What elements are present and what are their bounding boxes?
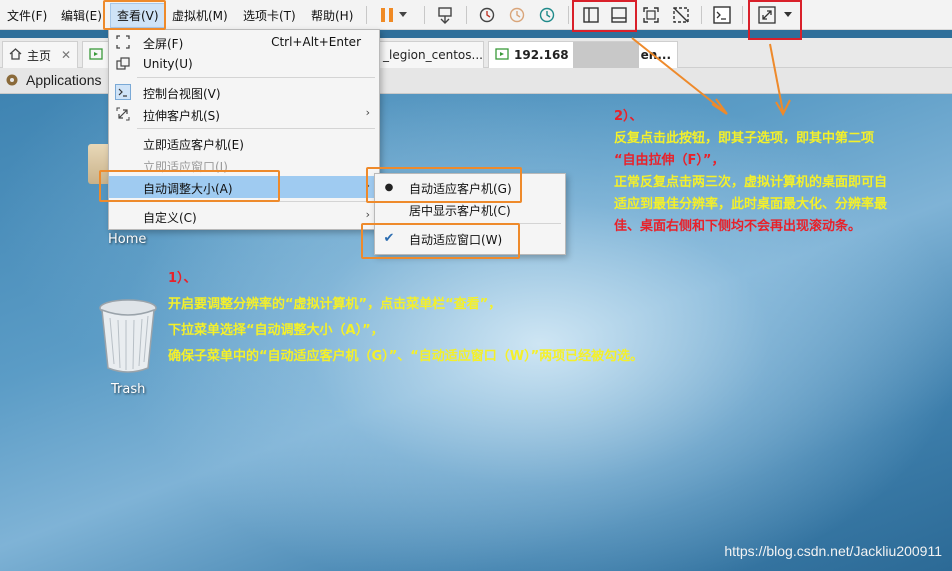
tab-vm-1[interactable]: [82, 41, 110, 68]
annotation-line: 下拉菜单选择“自动调整大小（A）”，: [168, 323, 384, 338]
unity-off-icon[interactable]: [670, 5, 692, 25]
snapshot-icon[interactable]: [476, 5, 498, 25]
menu-help[interactable]: 帮助(H): [311, 7, 353, 24]
pause-dropdown-icon[interactable]: [396, 5, 410, 25]
tab-vm-active[interactable]: 192.168 en...: [488, 41, 678, 68]
applications-menu[interactable]: Applications: [26, 72, 102, 88]
vm-icon: [495, 47, 509, 63]
menu-item-label: 全屏(F): [143, 37, 184, 51]
tab-label: 主页: [27, 48, 52, 63]
menu-file[interactable]: 文件(F): [7, 7, 47, 24]
menu-item-stretch-guest[interactable]: 拉伸客户机(S) ›: [109, 103, 379, 125]
menu-item-console-view[interactable]: 控制台视图(V): [109, 81, 379, 103]
trash-icon[interactable]: [98, 298, 158, 376]
menu-separator: [137, 77, 375, 78]
annotation-step-1: 1）、 开启要调整分辨率的“虚拟计算机”，点击菜单栏“查看”， 下拉菜单选择“自…: [168, 268, 788, 367]
annotation-line: 确保子菜单中的“自动适应客户机（G）”、“自动适应窗口（W）”两项已经被勾选。: [168, 349, 644, 364]
unity-icon: [115, 56, 131, 72]
annotation-step-2: 2）、 反复点击此按钮，即其子选项，即其中第二项 “自由拉伸（F）”， 正常反复…: [614, 106, 950, 237]
toolbar-separator: [366, 6, 367, 24]
stretch-icon: [115, 106, 131, 122]
toolbar-separator: [568, 6, 569, 24]
menu-edit[interactable]: 编辑(E): [61, 7, 102, 24]
home-icon: [9, 47, 22, 63]
highlight-box-autofit-guest: [366, 167, 522, 203]
annotation-line: 开启要调整分辨率的“虚拟计算机”，点击菜单栏“查看”，: [168, 297, 502, 312]
close-icon[interactable]: ✕: [61, 48, 71, 62]
applications-icon: [5, 73, 19, 90]
revert-snapshot-icon[interactable]: [506, 5, 528, 25]
menu-item-shortcut: Ctrl+Alt+Enter: [271, 35, 361, 49]
console-view-icon[interactable]: [711, 5, 733, 25]
menu-item-fullscreen[interactable]: 全屏(F) Ctrl+Alt+Enter: [109, 31, 379, 53]
menu-item-label: 居中显示客户机(C): [409, 204, 511, 218]
annotation-line: 适应到最佳分辨率，此时桌面最大化、分辨率最: [614, 197, 888, 212]
highlight-box-view-menu: [103, 0, 166, 30]
highlight-box-autofit-window: [361, 223, 520, 259]
redacted-block: [572, 42, 639, 68]
annotation-line: 反复点击此按钮，即其子选项，即其中第二项: [614, 131, 875, 146]
menu-item-label: 控制台视图(V): [143, 87, 221, 101]
tab-label: 192.168: [514, 48, 569, 62]
annotation-line: 佳、桌面右侧和下侧均不会再出现滚动条。: [614, 219, 862, 234]
chevron-right-icon: ›: [365, 208, 370, 221]
menu-item-label: Unity(U): [143, 57, 193, 71]
menu-separator: [137, 128, 375, 129]
home-label: Home: [108, 232, 147, 247]
menu-item-fit-guest-now[interactable]: 立即适应客户机(E): [109, 132, 379, 154]
trash-label: Trash: [111, 382, 146, 397]
annotation-number: 2）、: [614, 109, 643, 124]
highlight-box-autosize: [99, 170, 280, 202]
send-ctrl-alt-del-icon[interactable]: [434, 5, 456, 25]
toolbar-separator: [466, 6, 467, 24]
toolbar-separator: [424, 6, 425, 24]
annotation-number: 1）、: [168, 271, 197, 286]
tab-vm-legion-centos[interactable]: _legion_centos...: [378, 41, 484, 68]
tab-home[interactable]: 主页 ✕: [2, 41, 78, 68]
menu-item-label: 自定义(C): [143, 211, 197, 225]
fullscreen-icon: [115, 34, 131, 50]
snapshot-manager-icon[interactable]: [536, 5, 558, 25]
tab-label: _legion_centos...: [383, 48, 483, 62]
menu-vm[interactable]: 虚拟机(M): [172, 7, 228, 24]
watermark: https://blog.csdn.net/Jackliu200911: [724, 543, 942, 559]
full-screen-icon[interactable]: [640, 5, 662, 25]
annotation-line: “自由拉伸（F）”，: [614, 153, 725, 168]
menu-tabs[interactable]: 选项卡(T): [243, 7, 296, 24]
vm-icon: [89, 47, 103, 63]
menu-item-label: 拉伸客户机(S): [143, 109, 220, 123]
menu-item-customize[interactable]: 自定义(C) ›: [109, 205, 379, 227]
toolbar-separator: [742, 6, 743, 24]
chevron-right-icon: ›: [365, 106, 370, 119]
highlight-box-library-buttons: [572, 0, 637, 32]
tab-label: en...: [640, 48, 671, 62]
menu-item-label: 立即适应客户机(E): [143, 138, 244, 152]
pause-icon[interactable]: [376, 5, 398, 25]
menu-item-unity[interactable]: Unity(U): [109, 53, 379, 75]
toolbar-separator: [701, 6, 702, 24]
annotation-line: 正常反复点击两三次，虚拟计算机的桌面即可自: [614, 175, 888, 190]
highlight-box-stretch-button: [748, 0, 802, 40]
console-icon: [115, 84, 131, 100]
